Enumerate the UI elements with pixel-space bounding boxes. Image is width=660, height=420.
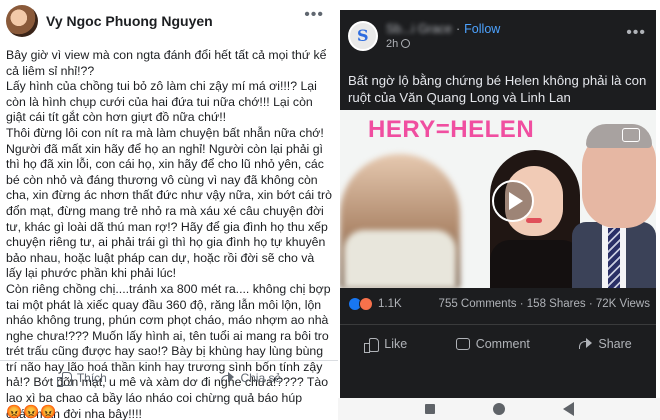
- android-nav-bar: [338, 398, 660, 420]
- page-name[interactable]: Sb...i Grace: [386, 22, 452, 36]
- like-label: Like: [384, 336, 408, 351]
- reaction-count[interactable]: 1.1K: [378, 298, 402, 310]
- share-count[interactable]: 158 Shares: [527, 298, 586, 310]
- post-actions: Thích Chia sẻ: [0, 360, 338, 394]
- play-icon[interactable]: [492, 180, 534, 222]
- globe-icon: [401, 39, 411, 48]
- page-avatar[interactable]: [348, 21, 378, 51]
- engagement-stats: 755 Comments · 158 Shares · 72K Views: [439, 298, 650, 310]
- post-caption: Bất ngờ lộ bằng chứng bé Helen không phả…: [348, 73, 647, 105]
- thumbs-up-icon: [56, 371, 72, 387]
- woman-lips: [526, 218, 542, 223]
- post-stats: 1.1K 755 Comments · 158 Shares · 72K Vie…: [348, 294, 650, 314]
- comment-label: Comment: [475, 336, 530, 351]
- post-video-thumbnail[interactable]: HERY=HELEN: [340, 110, 656, 288]
- recent-apps-icon[interactable]: [424, 404, 435, 414]
- left-post: Vy Ngoc Phuong Nguyen ••• Bây giờ vì vie…: [0, 0, 338, 420]
- share-label: Share: [598, 336, 632, 351]
- share-label: Chia sẻ: [240, 370, 282, 385]
- share-icon: [220, 371, 235, 384]
- angry-reaction-icon: [359, 297, 373, 311]
- home-icon[interactable]: [492, 403, 505, 415]
- like-button[interactable]: Thích: [56, 370, 107, 387]
- thumbs-up-icon: [364, 337, 380, 353]
- view-count: 72K Views: [595, 298, 650, 310]
- avatar[interactable]: [6, 5, 38, 37]
- name-separator: ·: [456, 22, 461, 36]
- share-button[interactable]: Share: [578, 336, 632, 351]
- image-banner-text: HERY=HELEN: [368, 116, 535, 143]
- emoji-row: 😡😡😡: [6, 404, 58, 419]
- more-options-icon[interactable]: •••: [304, 6, 324, 24]
- like-label: Thích: [76, 370, 107, 385]
- man-hair: [586, 124, 652, 148]
- camera-icon: [622, 128, 640, 142]
- back-icon[interactable]: [562, 402, 574, 416]
- woman-dress: [490, 240, 582, 288]
- more-options-icon[interactable]: •••: [626, 24, 646, 42]
- follow-button[interactable]: Follow: [464, 22, 500, 36]
- man-tie: [608, 228, 620, 288]
- phone-post: Sb...i Grace·Follow 2h ••• Bất ngờ lộ bằ…: [340, 10, 656, 398]
- right-screenshot: Sb...i Grace·Follow 2h ••• Bất ngờ lộ bằ…: [338, 0, 660, 420]
- stats-separator: ·: [588, 298, 593, 310]
- author-name[interactable]: Vy Ngoc Phuong Nguyen: [46, 13, 213, 29]
- comment-count[interactable]: 755 Comments: [439, 298, 517, 310]
- comment-icon: [455, 337, 470, 350]
- post-header: Vy Ngoc Phuong Nguyen: [6, 4, 213, 38]
- share-button[interactable]: Chia sẻ: [220, 371, 281, 385]
- like-button[interactable]: Like: [364, 336, 408, 353]
- stats-separator: ·: [519, 298, 524, 310]
- shared-post-actions: Like Comment Share: [340, 324, 656, 353]
- post-time: 2h: [386, 38, 399, 50]
- shared-post-header: Sb...i Grace ·Follow 2h: [348, 16, 500, 56]
- comment-button[interactable]: Comment: [455, 336, 530, 351]
- share-icon: [578, 337, 593, 350]
- child-shirt: [344, 230, 456, 288]
